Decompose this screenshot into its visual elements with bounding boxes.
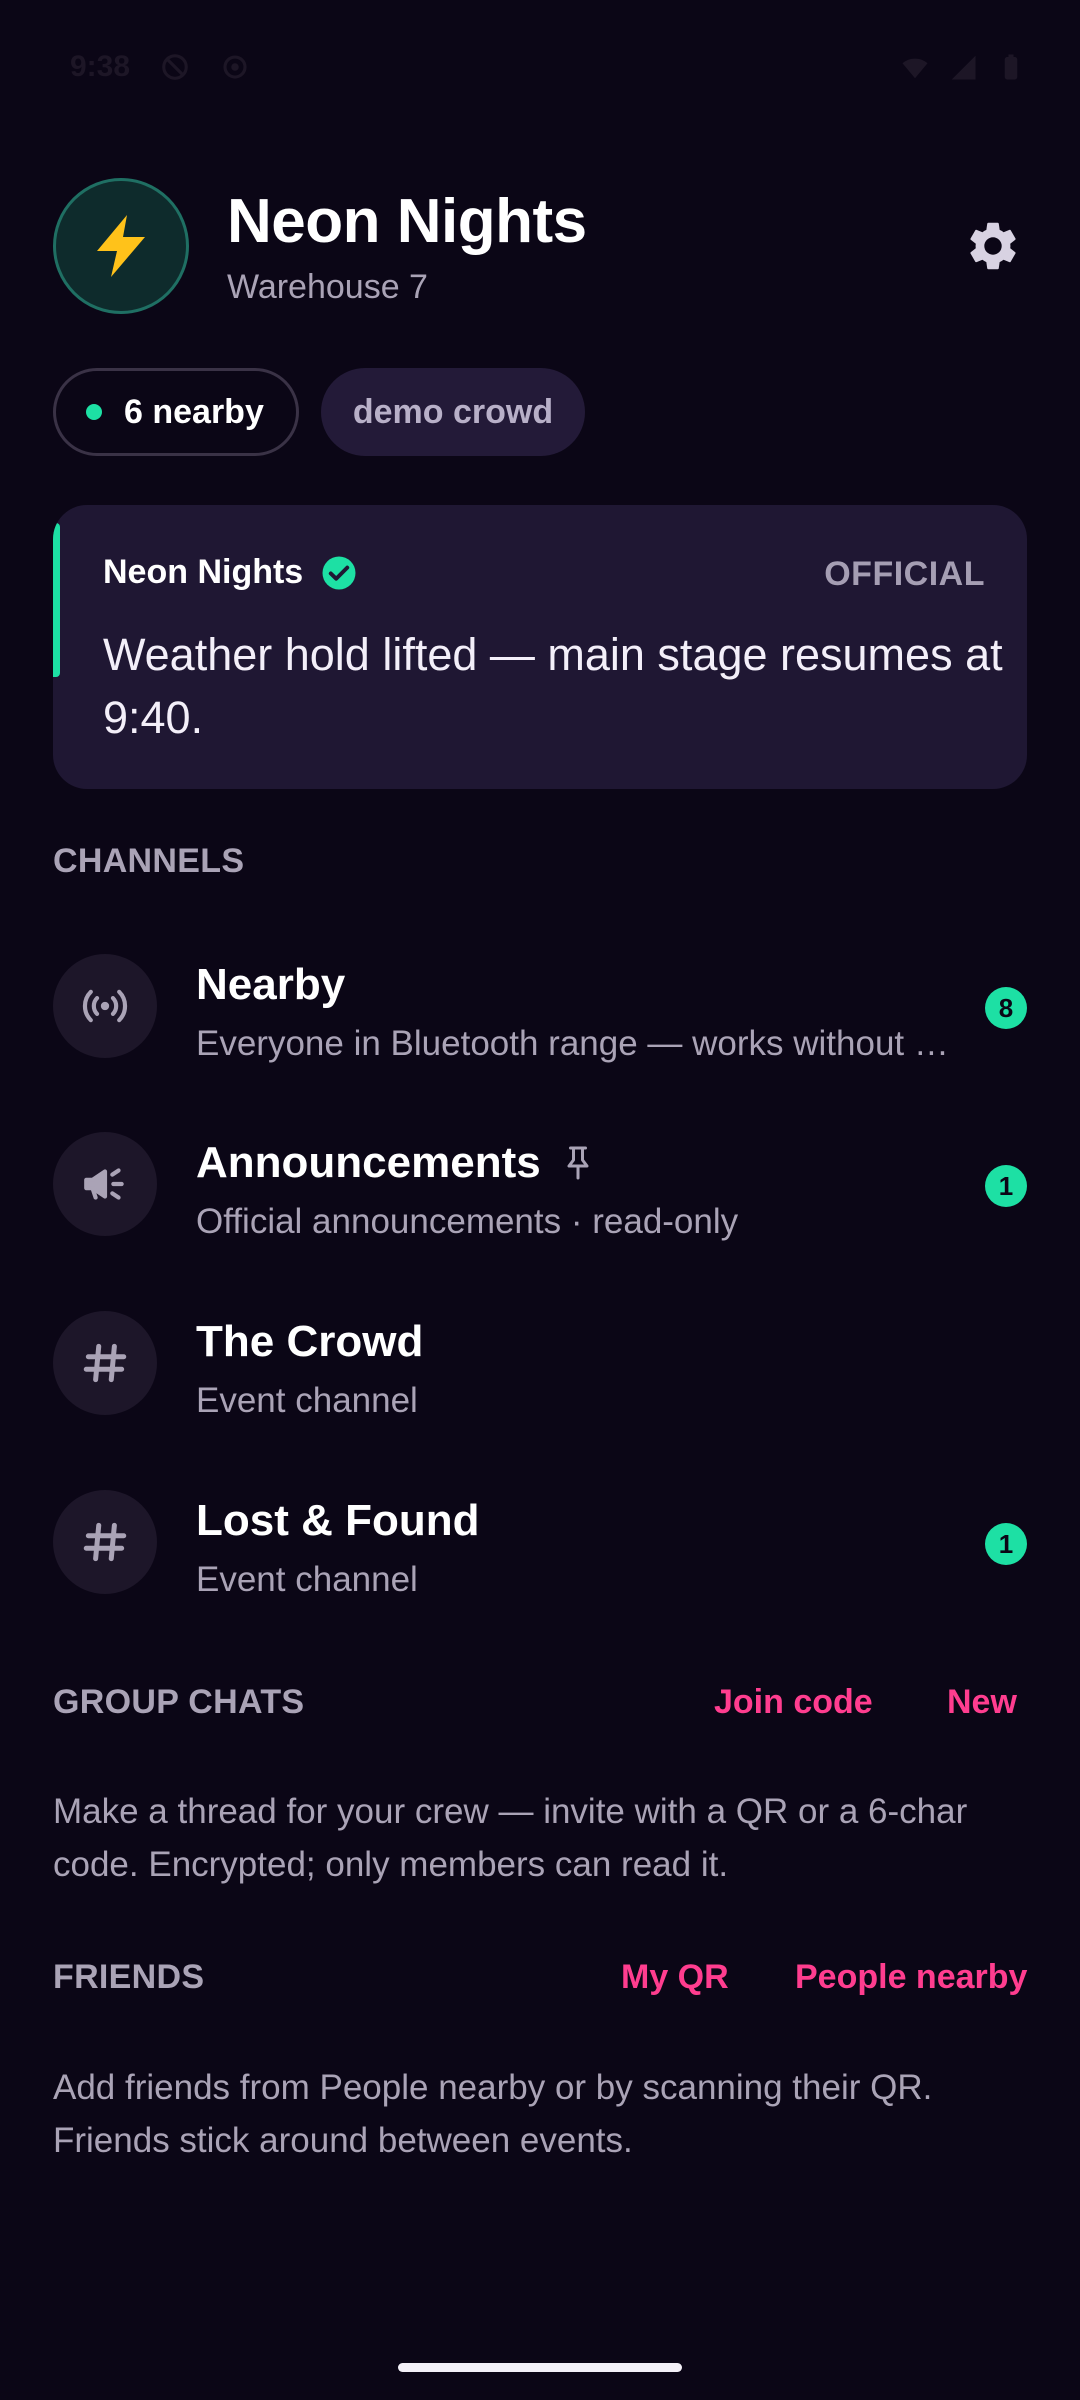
channel-title: Nearby	[196, 960, 345, 1010]
channel-subtitle: Event channel	[196, 1381, 418, 1420]
channel-icon-container	[53, 1132, 157, 1236]
announcement-accent-bar	[53, 523, 60, 677]
signal-icon	[951, 55, 976, 80]
friends-section-title: FRIENDS	[53, 1958, 205, 1996]
lightning-bolt-icon	[97, 215, 145, 277]
channel-row-nearby[interactable]: Nearby Everyone in Bluetooth range — wor…	[0, 916, 1080, 1094]
status-time: 9:38	[70, 50, 131, 83]
channel-row-announcements[interactable]: Announcements Official announcements · r…	[0, 1094, 1080, 1272]
hash-icon	[83, 1343, 127, 1383]
group-chats-description: Make a thread for your crew — invite wit…	[53, 1792, 968, 1884]
broadcast-icon	[82, 989, 128, 1023]
channel-row-lost-and-found[interactable]: Lost & Found Event channel 1	[0, 1452, 1080, 1630]
event-header: Neon Nights Warehouse 7	[53, 178, 1027, 316]
settings-button[interactable]	[961, 214, 1025, 278]
app-screen: 9:38 Neon Nights Warehouse 7 6 nearby de…	[0, 0, 1080, 2400]
event-title: Neon Nights	[227, 187, 587, 256]
channel-title: Lost & Found	[196, 1496, 480, 1546]
unread-badge: 1	[985, 1165, 1027, 1207]
home-indicator[interactable]	[398, 2363, 682, 2372]
channel-title-text: The Crowd	[196, 1317, 424, 1366]
official-announcement-card[interactable]: Neon Nights OFFICIAL Weather hold lifted…	[53, 505, 1027, 789]
do-not-disturb-icon	[162, 54, 188, 80]
channel-row-the-crowd[interactable]: The Crowd Event channel	[0, 1273, 1080, 1451]
unread-badge: 8	[985, 987, 1027, 1029]
megaphone-icon	[84, 1168, 124, 1200]
channel-subtitle: Event channel	[196, 1560, 418, 1599]
hotspot-icon	[223, 55, 247, 79]
channel-icon-container	[53, 954, 157, 1058]
join-code-button[interactable]: Join code	[714, 1683, 873, 1722]
channel-title: Announcements	[196, 1138, 593, 1188]
channel-icon-container	[53, 1490, 157, 1594]
people-nearby-button[interactable]: People nearby	[795, 1958, 1027, 1997]
wifi-icon	[902, 58, 928, 79]
demo-crowd-chip[interactable]: demo crowd	[320, 368, 586, 456]
channel-title-text: Announcements	[196, 1138, 541, 1187]
official-tag: OFFICIAL	[824, 555, 985, 593]
channels-section-title: CHANNELS	[53, 842, 245, 880]
unread-badge: 1	[985, 1523, 1027, 1565]
announcement-sender-name: Neon Nights	[103, 553, 304, 591]
event-venue: Warehouse 7	[227, 268, 428, 306]
demo-crowd-label: demo crowd	[352, 392, 554, 431]
battery-icon	[1004, 54, 1018, 80]
channel-title-text: Nearby	[196, 960, 346, 1009]
channel-subtitle: Official announcements · read-only	[196, 1202, 739, 1241]
pin-icon	[567, 1146, 589, 1180]
event-logo	[53, 178, 189, 314]
nearby-count-label: 6 nearby	[124, 392, 264, 431]
group-chats-section-title: GROUP CHATS	[53, 1683, 305, 1721]
nearby-count-chip[interactable]: 6 nearby	[53, 368, 299, 456]
channel-title-text: Lost & Found	[196, 1496, 480, 1545]
status-right-icons	[900, 52, 1026, 82]
channel-title: The Crowd	[196, 1317, 423, 1367]
channel-subtitle: Everyone in Bluetooth range — works with…	[196, 1024, 949, 1063]
channel-icon-container	[53, 1311, 157, 1415]
friends-description: Add friends from People nearby or by sca…	[53, 2068, 933, 2160]
online-dot-icon	[86, 404, 102, 420]
my-qr-button[interactable]: My QR	[621, 1958, 729, 1997]
announcement-sender: Neon Nights	[103, 553, 357, 592]
status-left-icons	[160, 52, 250, 82]
gear-icon	[970, 222, 1016, 270]
announcement-message: Weather hold lifted — main stage resumes…	[103, 629, 1003, 743]
hash-icon	[83, 1522, 127, 1562]
status-bar: 9:38	[0, 44, 1080, 92]
verified-check-icon	[322, 556, 356, 589]
new-group-button[interactable]: New	[947, 1683, 1017, 1722]
status-chips: 6 nearby demo crowd	[53, 368, 586, 456]
